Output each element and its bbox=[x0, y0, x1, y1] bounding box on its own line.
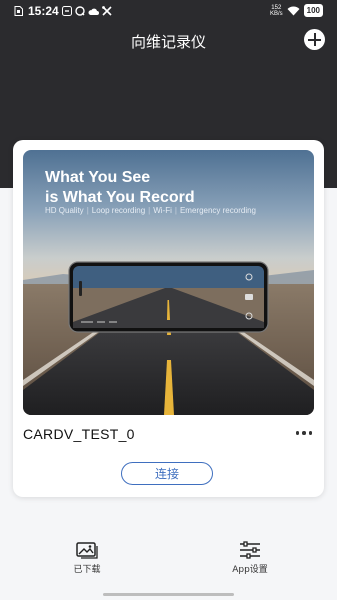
settings-sliders-icon bbox=[240, 541, 260, 559]
phone-mockup-image bbox=[68, 261, 269, 333]
banner-title-line2: is What You Record bbox=[45, 189, 195, 206]
banner-title-line1: What You See bbox=[45, 169, 151, 186]
feature-loop-recording: Loop recording bbox=[91, 206, 146, 215]
banner-feature-list: HD Quality | Loop recording | Wi-Fi | Emergenc… bbox=[45, 206, 256, 215]
more-dot-icon bbox=[308, 431, 312, 435]
device-banner-image: What You See is What You Record HD Quali… bbox=[23, 150, 314, 415]
more-options-button[interactable] bbox=[295, 428, 312, 438]
device-name: CARDV_TEST_0 bbox=[23, 426, 135, 442]
chat-icon bbox=[75, 6, 85, 16]
feature-separator: | bbox=[174, 206, 177, 215]
feature-separator: | bbox=[86, 206, 89, 215]
more-dot-icon bbox=[302, 431, 306, 435]
page-title: 向维记录仪 bbox=[130, 33, 206, 51]
status-left: 15:24 bbox=[14, 4, 112, 18]
network-speed-value: 152 bbox=[271, 4, 282, 11]
sim-card-icon bbox=[14, 6, 23, 16]
add-device-button[interactable] bbox=[304, 29, 325, 50]
cloud-icon bbox=[88, 8, 99, 15]
nav-label-downloaded: 已下载 bbox=[73, 565, 101, 575]
feature-wifi: Wi-Fi bbox=[153, 206, 172, 215]
wifi-icon bbox=[287, 6, 300, 15]
nav-item-app-settings[interactable]: App设置 bbox=[210, 541, 290, 575]
feature-hd-quality: HD Quality bbox=[45, 206, 84, 215]
nav-item-downloaded[interactable]: 已下载 bbox=[47, 541, 127, 575]
status-right: 152 KB/s 100 bbox=[270, 4, 323, 17]
device-card: What You See is What You Record HD Quali… bbox=[13, 140, 324, 497]
status-time: 15:24 bbox=[28, 4, 59, 18]
battery-indicator: 100 bbox=[303, 4, 323, 17]
home-indicator[interactable] bbox=[103, 593, 234, 596]
feature-separator: | bbox=[148, 206, 151, 215]
more-dot-icon bbox=[295, 431, 299, 435]
nav-label-app-settings: App设置 bbox=[232, 565, 268, 575]
notification-icon bbox=[61, 6, 72, 16]
status-bar: 15:24 152 KB/s 100 bbox=[0, 0, 337, 22]
connect-button[interactable]: 连接 bbox=[121, 462, 213, 485]
network-speed-unit: KB/s bbox=[269, 10, 283, 17]
feature-emergency-recording: Emergency recording bbox=[179, 206, 256, 215]
network-speed: 152 KB/s bbox=[270, 5, 283, 17]
tools-icon bbox=[101, 6, 112, 16]
downloaded-images-icon bbox=[76, 542, 98, 559]
banner-title: What You See is What You Record bbox=[45, 168, 195, 208]
